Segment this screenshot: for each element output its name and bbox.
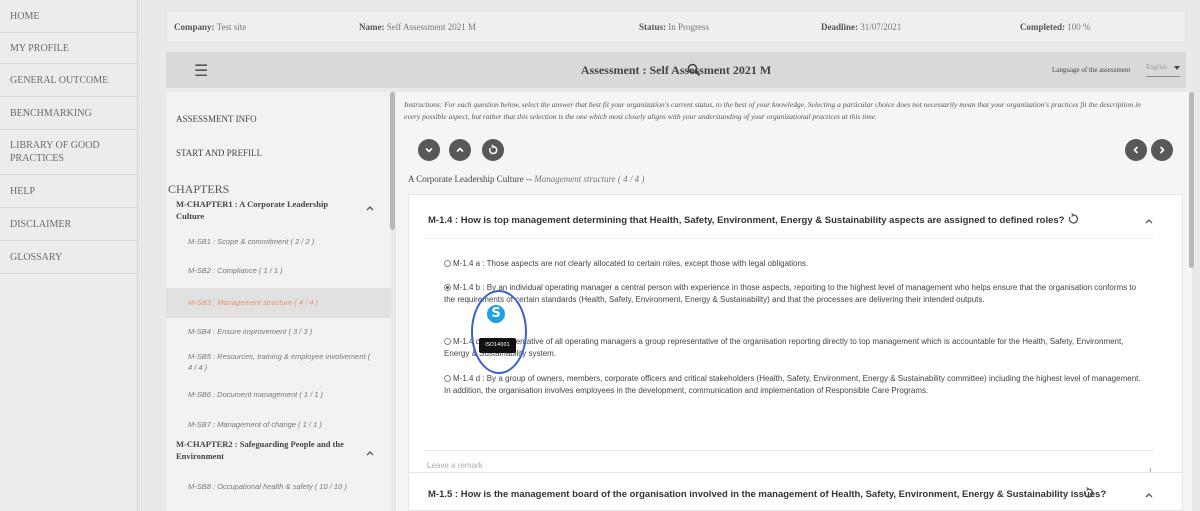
answer-option-selected[interactable]: M-1.4 b : By an individual operating man…: [444, 282, 1144, 305]
answer-text: M-1.4 a : Those aspects are not clearly …: [453, 259, 809, 268]
answer-text: M-1.4 c : A representative of all operat…: [444, 337, 1124, 358]
question-card: M-1.5 : How is the management board of t…: [408, 472, 1183, 511]
main-scrollbar[interactable]: [1189, 92, 1194, 268]
nav-item-my-profile[interactable]: MY PROFILE: [0, 33, 137, 64]
nav-item-label: HOME: [10, 10, 40, 22]
chevron-left-icon: [1133, 146, 1139, 154]
language-select[interactable]: English: [1146, 63, 1180, 77]
nav-item-benchmarking[interactable]: BENCHMARKING: [0, 97, 137, 130]
nav-item-home[interactable]: HOME: [0, 0, 137, 33]
nav-item-label: HELP: [10, 185, 35, 197]
nav-item-label: BENCHMARKING: [10, 107, 92, 119]
reset-icon: [488, 144, 498, 155]
left-nav: HOME MY PROFILE GENERAL OUTCOME BENCHMAR…: [0, 0, 138, 511]
reset-icon[interactable]: [1067, 213, 1079, 225]
answer-option[interactable]: M-1.4 a : Those aspects are not clearly …: [444, 258, 1144, 270]
radio-button[interactable]: [444, 338, 451, 345]
breadcrumb-chapter: A Corporate Leadership Culture --: [408, 174, 532, 184]
breadcrumb-section: Management structure ( 4 / 4 ): [534, 174, 645, 184]
collapse-all-button[interactable]: [418, 139, 440, 161]
chapter-2-title[interactable]: M-CHAPTER2 : Safeguarding People and the…: [176, 438, 351, 462]
nav-item-glossary[interactable]: GLOSSARY: [0, 241, 137, 274]
chevron-up-icon[interactable]: [366, 204, 374, 212]
answer-text: M-1.4 d : By a group of owners, members,…: [444, 374, 1141, 395]
highlight-ring: [471, 290, 527, 374]
subsection-item[interactable]: M-SB5 : Resources, training & employee i…: [166, 351, 391, 373]
deadline-info: Deadline: 31/07/2021: [821, 22, 902, 32]
answer-option[interactable]: M-1.4 c : A representative of all operat…: [444, 336, 1144, 359]
divider: [424, 238, 1154, 239]
chapters-panel: ASSESSMENT INFO START AND PREFILL CHAPTE…: [166, 92, 391, 511]
nav-item-library-of-good-practices[interactable]: LIBRARY OF GOOD PRACTICES: [0, 130, 137, 175]
nav-item-label: GENERAL OUTCOME: [10, 74, 109, 86]
subsection-item-active[interactable]: M-SB3 : Management structure ( 4 / 4 ): [166, 288, 391, 318]
name-info: Name: Self Assessment 2021 M: [359, 22, 477, 32]
chevron-up-icon[interactable]: [366, 449, 374, 457]
answer-text: M-1.4 b : By an individual operating man…: [444, 283, 1137, 304]
nav-item-label: DISCLAIMER: [10, 218, 72, 230]
nav-item-label: LIBRARY OF GOOD PRACTICES: [10, 140, 100, 164]
search-icon[interactable]: [687, 63, 701, 77]
instructions-text: Instructions: For each question below, s…: [404, 100, 1141, 121]
subsection-item[interactable]: M-SB2 : Compliance ( 1 / 1 ): [166, 265, 391, 276]
nav-item-disclaimer[interactable]: DISCLAIMER: [0, 208, 137, 241]
question-title: M-1.5 : How is the management board of t…: [428, 489, 1107, 500]
previous-button[interactable]: [1125, 139, 1147, 161]
completed-info: Completed: 100 %: [1020, 22, 1091, 32]
subsection-item[interactable]: M-SB6 : Document management ( 1 / 1 ): [166, 389, 391, 400]
nav-item-general-outcome[interactable]: GENERAL OUTCOME: [0, 64, 137, 97]
start-and-prefill-link[interactable]: START AND PREFILL: [176, 148, 262, 158]
nav-item-label: GLOSSARY: [10, 251, 63, 263]
assessment-header: ☰ Assessment : Self Assessment 2021 M La…: [166, 52, 1186, 88]
nav-item-help[interactable]: HELP: [0, 175, 137, 208]
expand-all-button[interactable]: [449, 139, 471, 161]
skype-icon[interactable]: S: [487, 305, 505, 323]
subsection-item[interactable]: M-SB8 : Occupational health & safety ( 1…: [166, 481, 391, 492]
chapter-1-title[interactable]: M-CHAPTER1 : A Corporate Leadership Cult…: [176, 198, 351, 222]
chevron-up-icon: [456, 147, 464, 153]
nav-item-label: MY PROFILE: [10, 42, 69, 54]
subsection-item[interactable]: M-SB1 : Scope & commitment ( 2 / 2 ): [166, 236, 391, 247]
chevron-up-icon[interactable]: [1145, 491, 1153, 499]
company-info: Company: Test site: [174, 22, 247, 32]
language-label: Language of the assessment: [1052, 66, 1131, 74]
chevron-down-icon: [425, 147, 433, 153]
reset-icon[interactable]: [1082, 487, 1094, 499]
radio-button[interactable]: [444, 375, 451, 382]
subsection-item[interactable]: M-SB7 : Management of change ( 1 / 1 ): [166, 419, 391, 430]
subsection-item[interactable]: M-SB4 : Ensure improvement ( 3 / 3 ): [166, 326, 391, 337]
sidebar-scrollbar[interactable]: [390, 92, 395, 230]
chevron-up-icon[interactable]: [1145, 217, 1153, 225]
page-title: Assessment : Self Assessment 2021 M: [580, 63, 772, 77]
chapters-heading: CHAPTERS: [168, 182, 230, 196]
next-button[interactable]: [1151, 139, 1173, 161]
assessment-info-link[interactable]: ASSESSMENT INFO: [176, 114, 257, 124]
reset-button[interactable]: [482, 139, 504, 161]
chevron-right-icon: [1159, 146, 1165, 154]
assessment-info-bar: Company: Test site Name: Self Assessment…: [166, 10, 1186, 43]
breadcrumb: A Corporate Leadership Culture -- Manage…: [408, 174, 644, 184]
remark-placeholder: Leave a remark: [427, 461, 483, 470]
radio-button[interactable]: [444, 260, 451, 267]
caret-down-icon: [1174, 66, 1180, 70]
language-value: English: [1146, 63, 1168, 71]
tooltip: ISO14001: [479, 338, 516, 353]
question-title: M-1.4 : How is top management determinin…: [428, 215, 1065, 226]
status-info: Status: In Progress: [639, 22, 710, 32]
answer-option[interactable]: M-1.4 d : By a group of owners, members,…: [444, 373, 1144, 396]
radio-button-selected[interactable]: [444, 284, 451, 291]
